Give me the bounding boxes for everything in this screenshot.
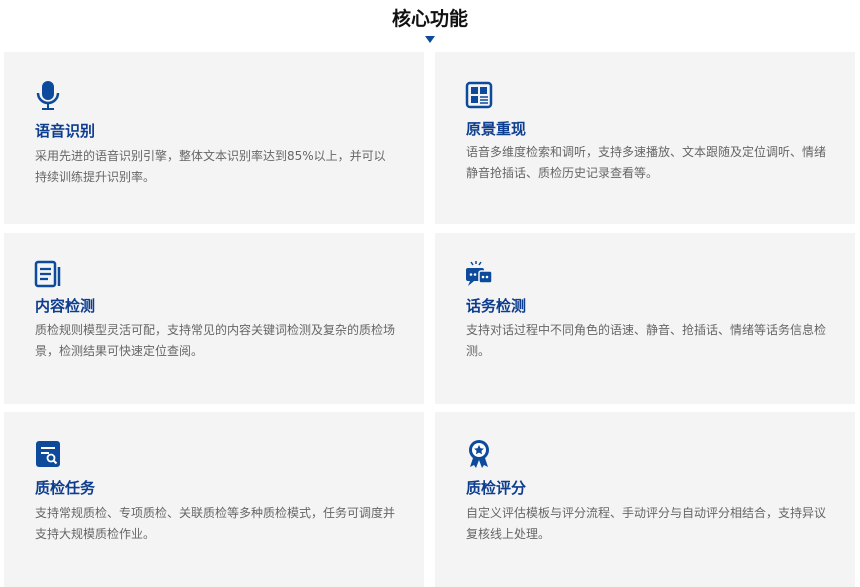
feature-card-content-detection: 内容检测 质检规则模型灵活可配，支持常见的内容关键词检测及复杂的质检场景，检测结… [4, 233, 424, 404]
microphone-icon [36, 81, 60, 110]
triangle-down-icon [425, 36, 435, 43]
card-description: 自定义评估模板与评分流程、手动评分与自动评分相结合，支持异议复核线上处理。 [466, 506, 827, 541]
layout-icon [465, 81, 493, 109]
card-title: 原景重现 [466, 120, 527, 138]
card-description: 语音多维度检索和调听，支持多速播放、文本跟随及定位调听、情绪静音抢插话、质检历史… [466, 145, 827, 180]
card-title: 质检评分 [466, 479, 527, 497]
award-icon [469, 440, 489, 468]
feature-card-scene-replay: 原景重现 语音多维度检索和调听，支持多速播放、文本跟随及定位调听、情绪静音抢插话… [435, 52, 855, 224]
document-list-icon [34, 260, 61, 288]
card-title: 语音识别 [35, 122, 96, 140]
card-description: 采用先进的语音识别引擎，整体文本识别率达到85%以上，并可以持续训练提升识别率。 [35, 149, 386, 184]
feature-card-speech-recognition: 语音识别 采用先进的语音识别引擎，整体文本识别率达到85%以上，并可以持续训练提… [4, 52, 424, 224]
chat-icon [466, 261, 493, 286]
card-title: 话务检测 [466, 297, 527, 315]
document-search-icon [36, 441, 60, 467]
card-description: 支持常规质检、专项质检、关联质检等多种质检模式，任务可调度并支持大规模质检作业。 [35, 506, 396, 541]
card-description: 支持对话过程中不同角色的语速、静音、抢插话、情绪等话务信息检测。 [466, 323, 827, 358]
feature-card-inspection-task: 质检任务 支持常规质检、专项质检、关联质检等多种质检模式，任务可调度并支持大规模… [4, 412, 424, 587]
card-description: 质检规则模型灵活可配，支持常见的内容关键词检测及复杂的质检场景，检测结果可快速定… [35, 323, 396, 358]
card-title: 质检任务 [35, 479, 96, 497]
feature-card-inspection-score: 质检评分 自定义评估模板与评分流程、手动评分与自动评分相结合，支持异议复核线上处… [435, 412, 855, 587]
section-title: 核心功能 [391, 8, 468, 30]
card-title: 内容检测 [35, 297, 96, 315]
feature-card-call-detection: 话务检测 支持对话过程中不同角色的语速、静音、抢插话、情绪等话务信息检测。 [435, 233, 855, 404]
